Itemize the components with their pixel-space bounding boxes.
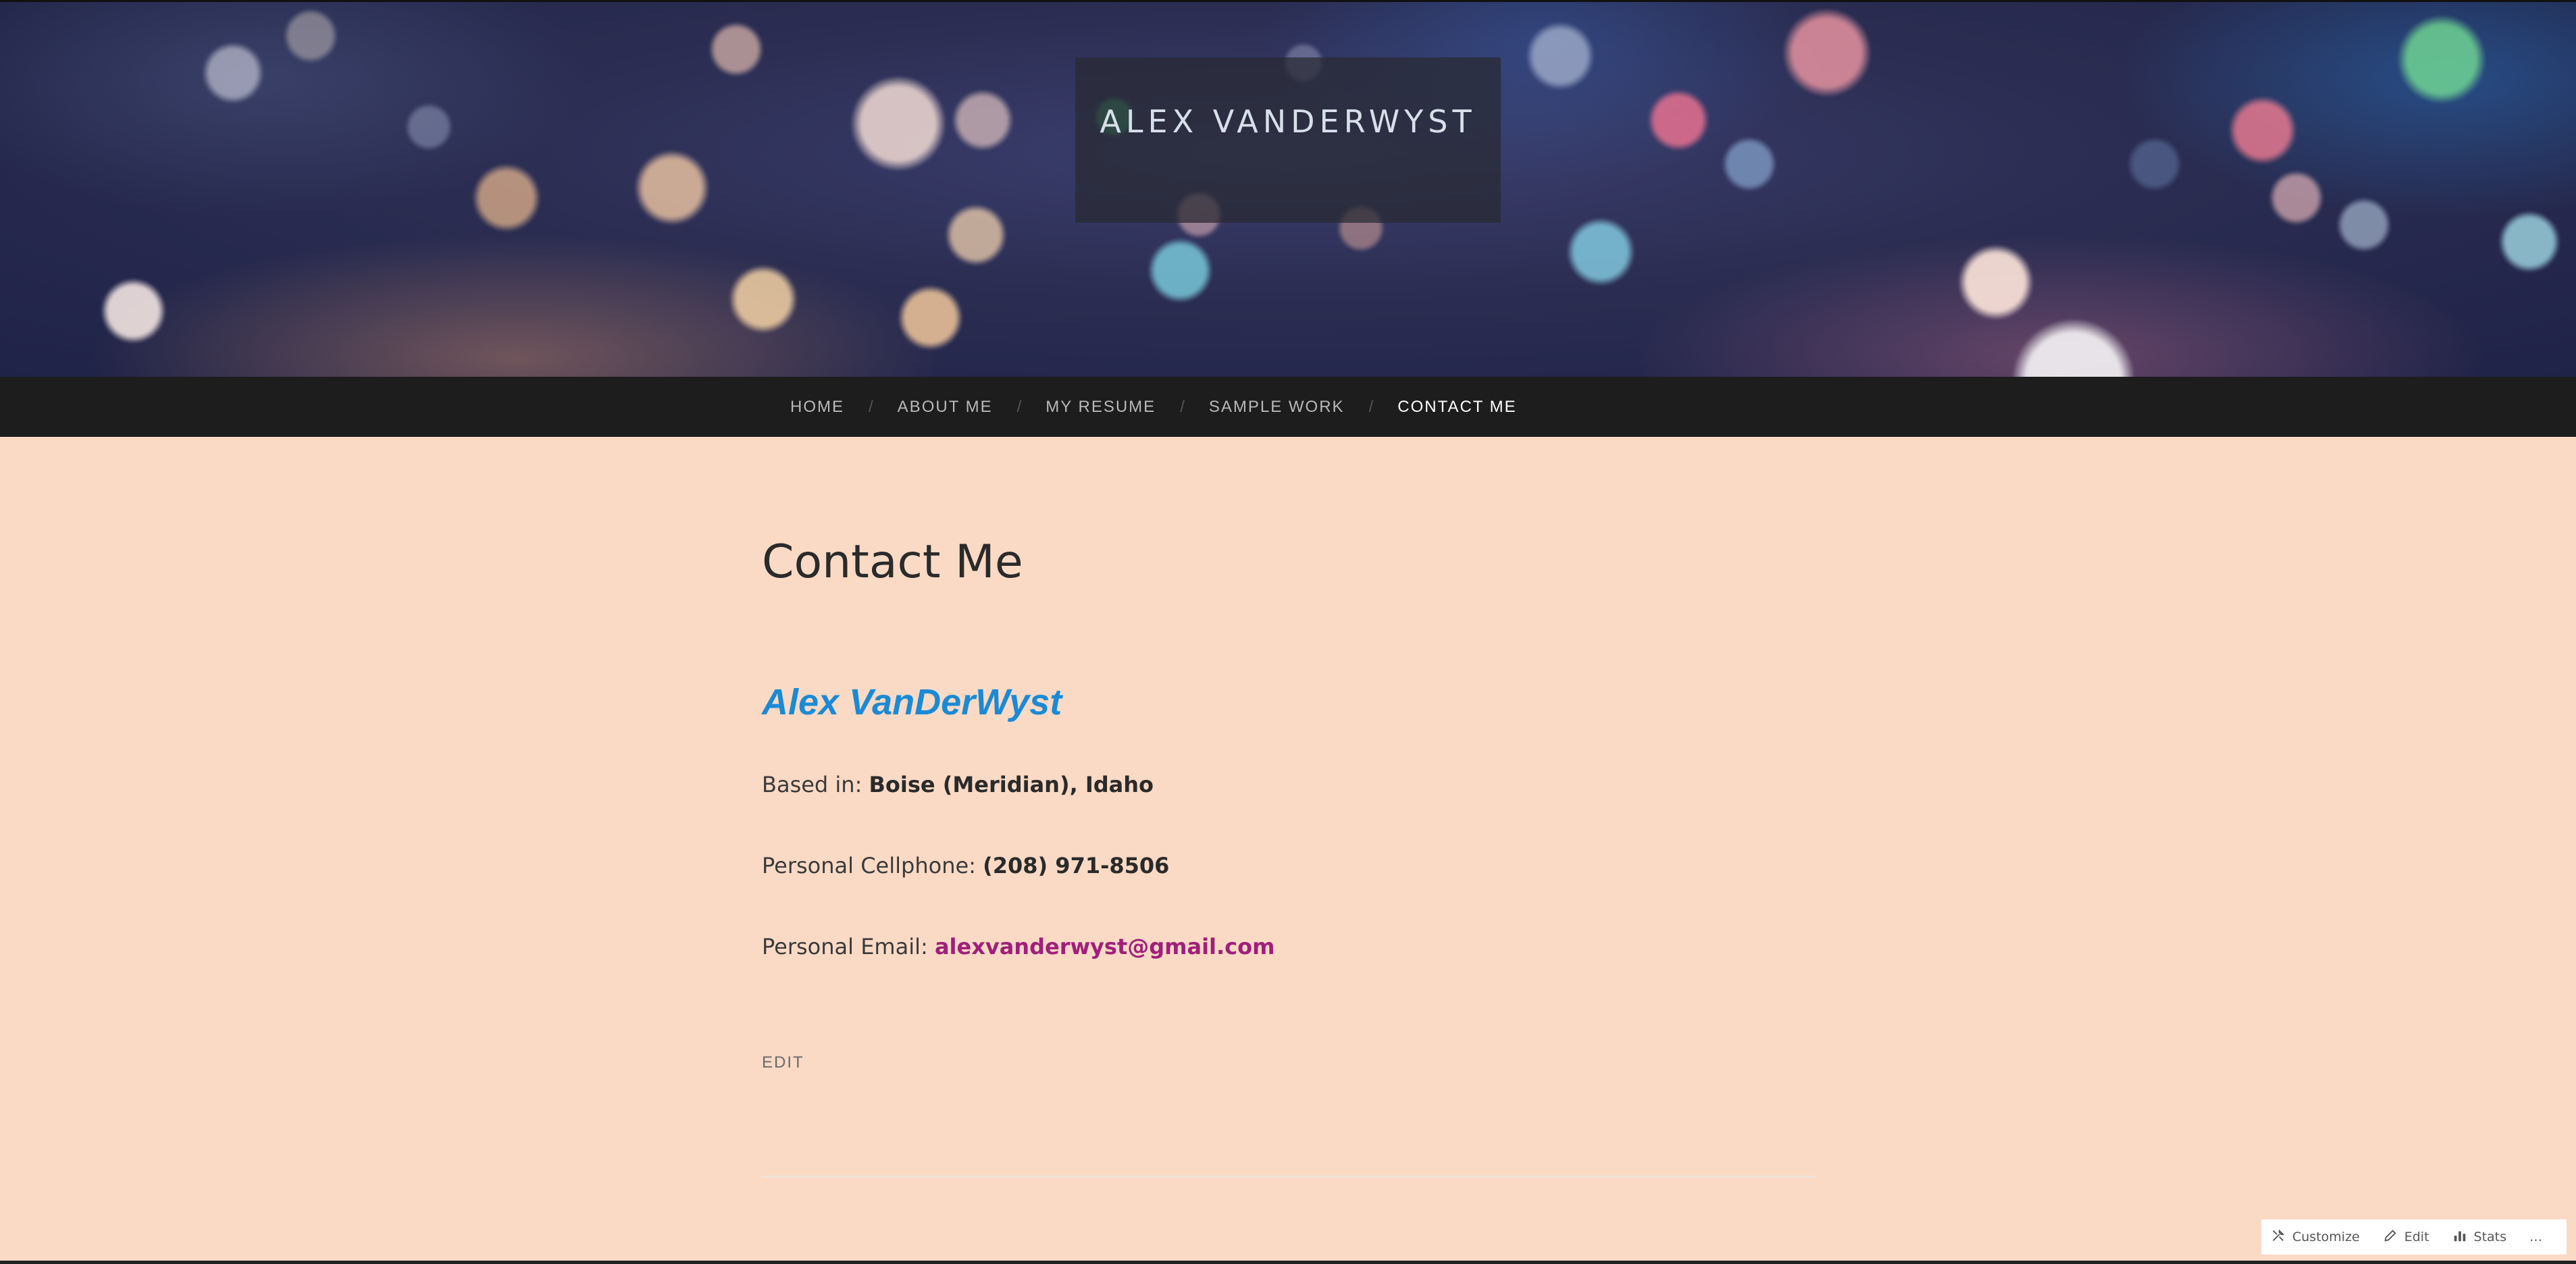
- bokeh-light: [2229, 97, 2296, 164]
- edit-page-link[interactable]: EDIT: [762, 1053, 804, 1072]
- bokeh-light: [946, 205, 1006, 265]
- site-title[interactable]: ALEX VANDERWYST: [1100, 103, 1476, 140]
- bokeh-light: [2398, 16, 2485, 103]
- nav-list: HOME / ABOUT ME / MY RESUME / SAMPLE WOR…: [790, 377, 1517, 437]
- nav-separator: /: [1016, 397, 1022, 416]
- bokeh-light: [1526, 22, 1594, 90]
- bokeh-light: [473, 164, 540, 232]
- admin-toolbar: Customize Edit Stats …: [2261, 1219, 2567, 1255]
- phone-value: (208) 971-8506: [983, 853, 1170, 878]
- bokeh-light: [898, 286, 962, 350]
- more-dots-icon: …: [2529, 1230, 2543, 1244]
- email-link[interactable]: alexvanderwyst@gmail.com: [935, 934, 1275, 959]
- bokeh-light: [1959, 245, 2033, 319]
- nav-separator: /: [869, 397, 873, 416]
- nav-item-my-resume[interactable]: MY RESUME: [1046, 398, 1156, 417]
- nav-separator: /: [1180, 397, 1185, 416]
- customize-button[interactable]: Customize: [2271, 1228, 2360, 1246]
- email-label: Personal Email:: [762, 934, 928, 959]
- content-divider: [762, 1176, 1815, 1178]
- bokeh-light: [1783, 9, 1871, 97]
- contact-name-heading: Alex VanDerWyst: [762, 682, 1062, 722]
- bar-chart-icon: [2452, 1228, 2467, 1246]
- bokeh-light: [1148, 238, 1212, 302]
- nav-item-sample-work[interactable]: SAMPLE WORK: [1209, 398, 1345, 417]
- customize-icon: [2271, 1228, 2286, 1246]
- bokeh-light: [405, 103, 453, 151]
- more-options-button[interactable]: …: [2529, 1230, 2542, 1244]
- bokeh-light: [203, 43, 263, 103]
- main-navigation: HOME / ABOUT ME / MY RESUME / SAMPLE WOR…: [0, 377, 2576, 437]
- pencil-icon: [2383, 1228, 2398, 1246]
- page-bottom-edge: [0, 1261, 2576, 1264]
- bokeh-light: [2499, 211, 2560, 272]
- based-in-value: Boise (Meridian), Idaho: [869, 772, 1154, 797]
- nav-item-about-me[interactable]: ABOUT ME: [898, 398, 993, 417]
- bokeh-light: [284, 9, 338, 63]
- site-title-box: ALEX VANDERWYST: [1075, 57, 1501, 223]
- bokeh-light: [709, 22, 763, 76]
- page-title: Contact Me: [762, 535, 1023, 589]
- phone-line: Personal Cellphone: (208) 971-8506: [762, 853, 1169, 878]
- nav-item-contact-me[interactable]: CONTACT ME: [1397, 398, 1516, 417]
- bokeh-light: [729, 265, 797, 333]
- email-line: Personal Email: alexvanderwyst@gmail.com: [762, 934, 1274, 959]
- bokeh-light: [1722, 137, 1776, 191]
- bokeh-light: [635, 151, 709, 225]
- bokeh-light: [952, 90, 1013, 151]
- bokeh-light: [1567, 218, 1634, 286]
- bokeh-light: [2337, 198, 2391, 252]
- bokeh-light: [851, 76, 946, 171]
- stats-label: Stats: [2473, 1230, 2507, 1244]
- bokeh-light: [101, 279, 165, 343]
- header-banner: ALEX VANDERWYST: [0, 0, 2576, 377]
- stats-button[interactable]: Stats: [2452, 1228, 2507, 1246]
- customize-label: Customize: [2292, 1230, 2360, 1244]
- edit-label: Edit: [2404, 1230, 2429, 1244]
- nav-separator: /: [1368, 397, 1374, 416]
- based-in-label: Based in:: [762, 772, 862, 797]
- bokeh-light: [2128, 137, 2182, 191]
- nav-item-home[interactable]: HOME: [790, 398, 844, 417]
- bokeh-light: [1648, 90, 1709, 151]
- based-in-line: Based in: Boise (Meridian), Idaho: [762, 772, 1154, 797]
- bokeh-light: [2269, 171, 2323, 225]
- phone-label: Personal Cellphone:: [762, 853, 976, 878]
- edit-button[interactable]: Edit: [2383, 1228, 2429, 1246]
